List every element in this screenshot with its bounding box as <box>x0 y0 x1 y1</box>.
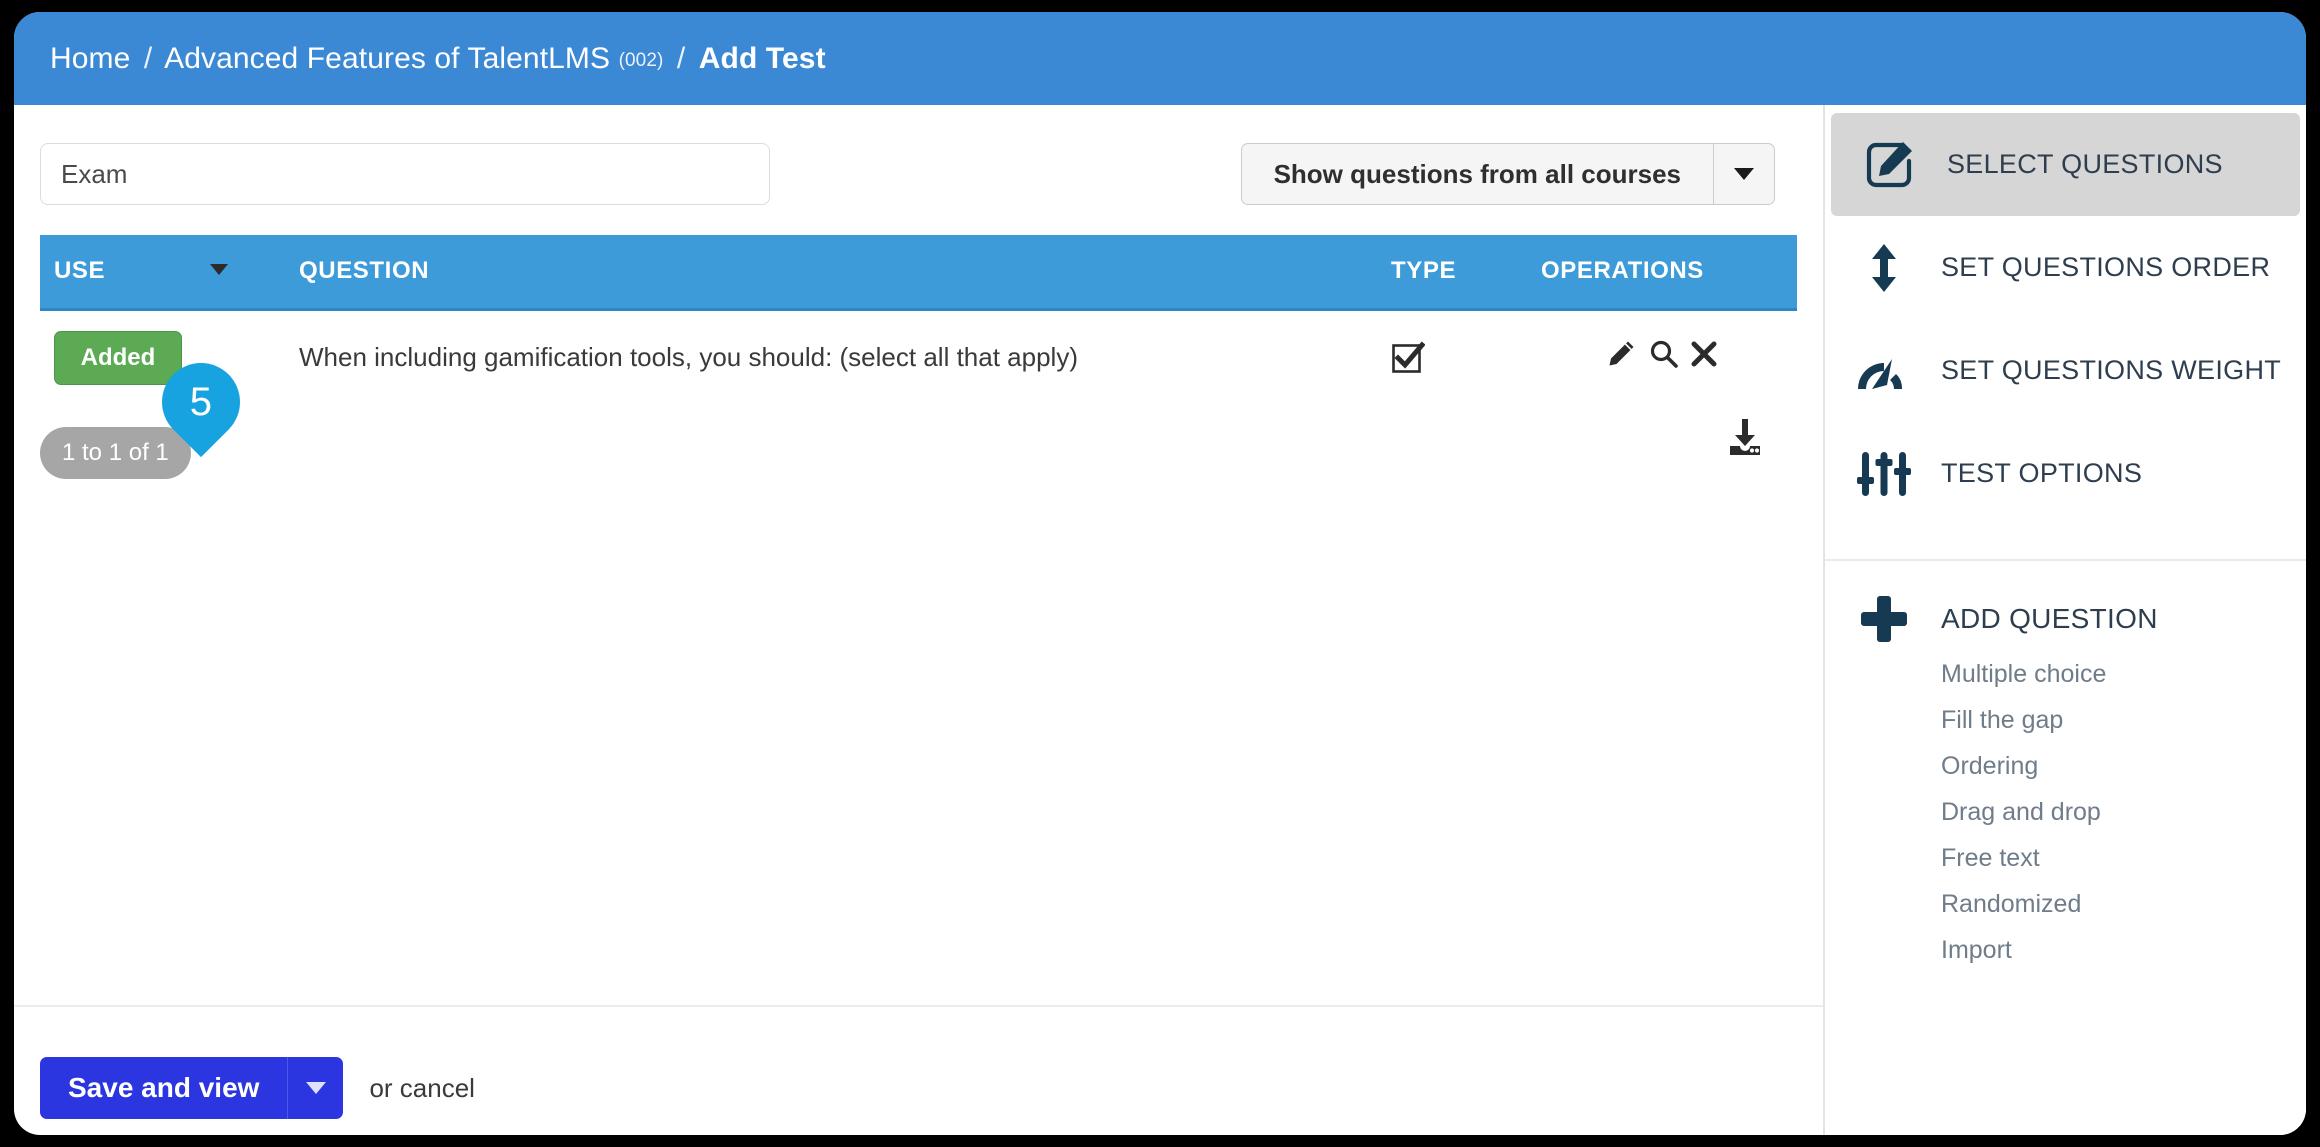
add-question-section: ADD QUESTION Multiple choice Fill the ga… <box>1825 561 2306 973</box>
save-options-dropdown-button[interactable] <box>287 1057 344 1119</box>
add-question-option-multiple-choice[interactable]: Multiple choice <box>1825 651 2306 697</box>
page-title: Add Test <box>698 41 826 75</box>
plus-icon <box>1853 591 1915 647</box>
add-question-option-fill-the-gap[interactable]: Fill the gap <box>1825 697 2306 743</box>
add-question-option-free-text[interactable]: Free text <box>1825 835 2306 881</box>
questions-table: USE QUESTION TYPE OPERATIONS Added When … <box>40 235 1797 405</box>
cell-question: When including gamification tools, you s… <box>299 342 1078 373</box>
course-filter-caret-button[interactable] <box>1713 143 1775 205</box>
add-question-option-randomized[interactable]: Randomized <box>1825 881 2306 927</box>
search-magnifier-icon[interactable] <box>1647 338 1679 370</box>
add-question-option-import[interactable]: Import <box>1825 927 2306 973</box>
edit-square-pencil-icon <box>1859 137 1921 193</box>
add-question-option-drag-and-drop[interactable]: Drag and drop <box>1825 789 2306 835</box>
sidebar-item-label: TEST OPTIONS <box>1941 458 2143 488</box>
save-and-view-button[interactable]: Save and view <box>40 1057 288 1119</box>
breadcrumb: Home / Advanced Features of TalentLMS (0… <box>50 42 826 76</box>
sidebar-item-select-questions[interactable]: SELECT QUESTIONS <box>1831 113 2300 216</box>
course-filter-dropdown[interactable]: Show questions from all courses <box>1240 143 1775 205</box>
sidebar-item-label: SET QUESTIONS ORDER <box>1941 252 2271 282</box>
breadcrumb-home[interactable]: Home <box>50 42 130 75</box>
breadcrumb-course-code: (002) <box>618 49 664 71</box>
cell-operations <box>1527 309 1797 405</box>
chevron-down-icon <box>1734 168 1754 180</box>
sidebar-item-set-questions-weight[interactable]: SET QUESTIONS WEIGHT <box>1825 319 2306 422</box>
sidebar-item-label: SELECT QUESTIONS <box>1947 149 2223 179</box>
sidebar-item-set-questions-order[interactable]: SET QUESTIONS ORDER <box>1825 216 2306 319</box>
main-content: Show questions from all courses USE QUES… <box>14 105 1823 1135</box>
column-header-use[interactable]: USE <box>40 235 285 309</box>
cell-type <box>1377 309 1527 405</box>
breadcrumb-separator-1: / <box>143 41 153 75</box>
column-header-operations: OPERATIONS <box>1541 257 1704 285</box>
test-name-input[interactable] <box>40 143 770 205</box>
content-toolbar: Show questions from all courses <box>14 105 1823 205</box>
sort-descending-icon[interactable] <box>210 264 229 276</box>
download-icon[interactable] <box>1723 417 1767 466</box>
chevron-down-icon <box>305 1082 326 1094</box>
page-header: Home / Advanced Features of TalentLMS (0… <box>14 12 2306 105</box>
app-window: Home / Advanced Features of TalentLMS (0… <box>14 12 2306 1135</box>
table-row: Added When including gamification tools,… <box>40 309 1797 405</box>
questions-table-wrap: USE QUESTION TYPE OPERATIONS Added When … <box>14 205 1823 405</box>
sidebar-item-label: SET QUESTIONS WEIGHT <box>1941 355 2282 385</box>
questions-table-body: Added When including gamification tools,… <box>40 309 1797 405</box>
add-question-option-ordering[interactable]: Ordering <box>1825 743 2306 789</box>
column-header-type[interactable]: TYPE <box>1377 235 1527 309</box>
right-sidebar: SELECT QUESTIONS SET QUESTIONS ORDER SET… <box>1823 105 2306 1135</box>
arrows-up-down-icon <box>1853 240 1915 296</box>
add-question-header[interactable]: ADD QUESTION <box>1825 587 2306 651</box>
table-header-row: USE QUESTION TYPE OPERATIONS <box>40 235 1797 309</box>
delete-x-icon[interactable] <box>1689 339 1719 369</box>
cancel-link[interactable]: or cancel <box>369 1073 475 1104</box>
table-footer-row: 1 to 1 of 1 5 <box>14 346 1823 479</box>
column-header-use-label: USE <box>54 257 106 285</box>
added-status-button[interactable]: Added <box>54 330 182 385</box>
breadcrumb-separator-2: / <box>676 41 686 75</box>
breadcrumb-course[interactable]: Advanced Features of TalentLMS <box>164 42 610 75</box>
course-filter-label[interactable]: Show questions from all courses <box>1240 143 1713 205</box>
sidebar-item-test-options[interactable]: TEST OPTIONS <box>1825 422 2306 525</box>
questions-table-head: USE QUESTION TYPE OPERATIONS <box>40 235 1797 309</box>
save-button-group: Save and view <box>40 1057 344 1119</box>
form-footer: Save and view or cancel <box>14 1005 1823 1135</box>
page-body: Show questions from all courses USE QUES… <box>14 105 2306 1135</box>
step-marker-number: 5 <box>189 380 213 424</box>
gauge-icon <box>1853 343 1915 399</box>
checkbox-checked-icon <box>1391 341 1513 375</box>
column-header-question[interactable]: QUESTION <box>285 235 1377 309</box>
add-question-title: ADD QUESTION <box>1941 603 2158 634</box>
edit-pencil-icon[interactable] <box>1605 338 1637 370</box>
sliders-icon <box>1853 446 1915 502</box>
pagination-summary: 1 to 1 of 1 <box>40 427 191 479</box>
